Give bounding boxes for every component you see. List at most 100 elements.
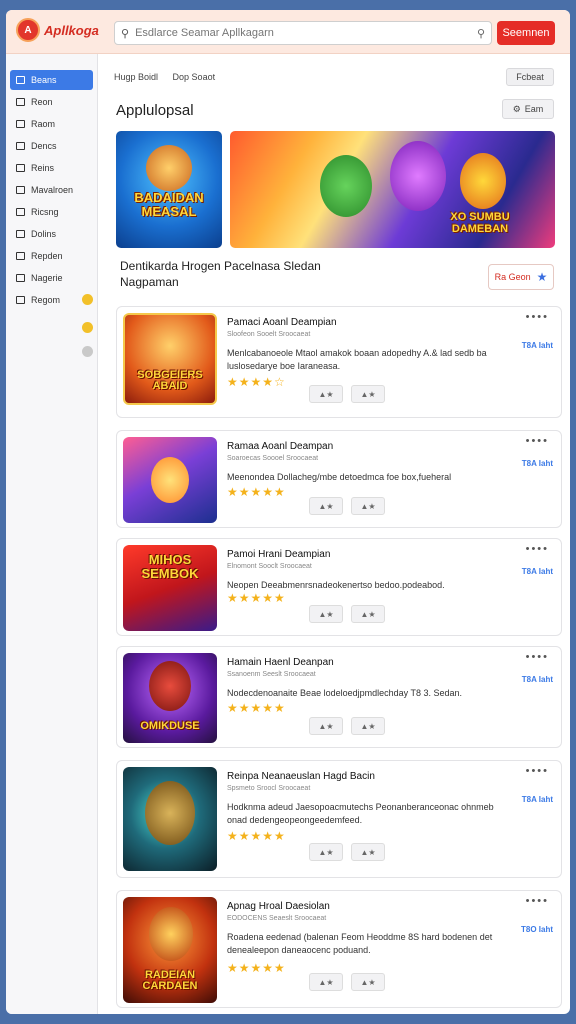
thumbnail-text: OMIKDUSE <box>140 720 200 733</box>
search-icon: ⚲ <box>121 27 130 40</box>
rating-stars: ★★★★★ <box>227 701 286 715</box>
card-title: Reinpa Neanaeuslan Hagd Bacin <box>227 771 375 782</box>
box-icon <box>16 186 25 194</box>
settings-icon: ⚙ <box>512 103 521 114</box>
sidebar: Beans Reon Raom Dencs Reins Mavalroen Ri… <box>6 54 98 1014</box>
card-title: Pamaci Aoanl Deampian <box>227 317 337 328</box>
sidebar-item-reins[interactable]: Reins <box>10 158 93 178</box>
list-item[interactable]: MIHOS SEMBOK Pamoi Hrani Deampian Elnomo… <box>116 538 562 636</box>
like-button[interactable]: ▲★ <box>309 973 343 991</box>
sidebar-item-label: Raom <box>31 119 56 129</box>
share-button[interactable]: ▲★ <box>351 497 385 515</box>
share-button[interactable]: ▲★ <box>351 717 385 735</box>
app-window: A Apllkoga ⚲ ⚲ Seemnen Beans Reon Raom D… <box>6 10 570 1014</box>
more-options-icon[interactable]: •••• <box>526 311 549 323</box>
list-icon <box>16 164 25 172</box>
sidebar-item-label: Reon <box>31 97 53 107</box>
game-thumbnail <box>123 767 217 871</box>
view-all-button[interactable]: Ra Geon ★ <box>488 264 554 290</box>
card-title: Pamoi Hrani Deampian <box>227 549 331 560</box>
sidebar-item-label: Beans <box>31 75 57 85</box>
sidebar-item-label: Ricsng <box>31 207 59 217</box>
banner-text: XO SUMBU DAMEBAN <box>450 211 510 236</box>
list-item[interactable]: RADEIAN CARDAEN Apnag Hroal Daesiolan EO… <box>116 890 562 1008</box>
page-action-button[interactable]: ⚙ Eam <box>502 99 554 119</box>
card-price: T8A Iaht <box>521 795 553 804</box>
hero-character-icon <box>460 153 506 209</box>
search-button[interactable]: Seemnen <box>497 21 555 45</box>
list-item[interactable]: Ramaa Aoanl Deampan Soaroecas Soooel Sro… <box>116 430 562 528</box>
folder-icon <box>16 120 25 128</box>
sidebar-item-raom[interactable]: Raom <box>10 114 93 134</box>
app-logo[interactable]: A Apllkoga <box>16 18 99 42</box>
more-options-icon[interactable]: •••• <box>526 543 549 555</box>
sidebar-item-label: Reins <box>31 163 55 173</box>
more-options-icon[interactable]: •••• <box>526 895 549 907</box>
sidebar-item-reon[interactable]: Reon <box>10 92 93 112</box>
thumbnail-text: SOBGEIERS ABAID <box>137 368 203 393</box>
list-item[interactable]: SOBGEIERS ABAID Pamaci Aoanl Deampian Sl… <box>116 306 562 418</box>
sidebar-item-repden[interactable]: Repden <box>10 246 93 266</box>
more-options-icon[interactable]: •••• <box>526 651 549 663</box>
sidebar-item-regom[interactable]: Regom <box>10 290 93 310</box>
filter-button[interactable]: Fcbeat <box>506 68 554 86</box>
like-button[interactable]: ▲★ <box>309 385 343 403</box>
status-dot-icon <box>82 346 93 357</box>
user-icon <box>16 274 25 282</box>
sidebar-item-label: Nagerie <box>31 273 63 283</box>
more-options-icon[interactable]: •••• <box>526 765 549 777</box>
search-box: ⚲ ⚲ <box>114 21 492 45</box>
share-button[interactable]: ▲★ <box>351 385 385 403</box>
share-button[interactable]: ▲★ <box>351 973 385 991</box>
character-art-icon <box>151 457 189 503</box>
rating-stars: ★★★★★ <box>227 829 286 843</box>
card-description: Hodknma adeud Jaesopoacmutechs Peonanber… <box>227 802 494 825</box>
breadcrumb-item[interactable]: Hugp Boidl <box>114 72 158 82</box>
sidebar-item-label: Dolins <box>31 229 57 239</box>
card-description: Roadena eedenad (balenan Feom Heoddme 8S… <box>227 932 493 955</box>
featured-banner[interactable]: XO SUMBU DAMEBAN <box>230 131 555 248</box>
card-price: T8O Iaht <box>520 925 553 934</box>
card-price: T8A Iaht <box>521 567 553 576</box>
home-icon <box>16 76 25 84</box>
like-button[interactable]: ▲★ <box>309 717 343 735</box>
share-button[interactable]: ▲★ <box>351 605 385 623</box>
sidebar-item-nagerie[interactable]: Nagerie <box>10 268 93 288</box>
list-item[interactable]: Reinpa Neanaeuslan Hagd Bacin Spsmeto Sr… <box>116 760 562 878</box>
game-thumbnail <box>123 437 217 523</box>
like-button[interactable]: ▲★ <box>309 605 343 623</box>
rating-stars: ★★★★★ <box>227 591 286 605</box>
sidebar-item-dencs[interactable]: Dencs <box>10 136 93 156</box>
search-input[interactable] <box>135 27 477 39</box>
card-subtitle: Ssanoenm Seeslt Sroocaeat <box>227 671 316 678</box>
share-button[interactable]: ▲★ <box>351 843 385 861</box>
sidebar-item-label: Regom <box>31 295 61 305</box>
card-description: Meenondea Dollacheg/mbe detoedmca foe bo… <box>227 472 452 482</box>
card-title: Hamain Haenl Deanpan <box>227 657 334 668</box>
grid-icon <box>16 98 25 106</box>
sidebar-item-label: Dencs <box>31 141 57 151</box>
list-item[interactable]: OMIKDUSE Hamain Haenl Deanpan Ssanoenm S… <box>116 646 562 748</box>
hero-character-icon <box>390 141 446 211</box>
character-art-icon <box>149 661 191 711</box>
sidebar-item-dolins[interactable]: Dolins <box>10 224 93 244</box>
logo-icon: A <box>16 18 40 42</box>
sidebar-item-ricsng[interactable]: Ricsng <box>10 202 93 222</box>
sidebar-item-label: Repden <box>31 251 63 261</box>
sidebar-item-mavalroen[interactable]: Mavalroen <box>10 180 93 200</box>
card-description: Menlcabanoeole Mtaol amakok boaan adoped… <box>227 348 487 371</box>
sidebar-item-beans[interactable]: Beans <box>10 70 93 90</box>
breadcrumb-item[interactable]: Dop Soaot <box>173 72 216 82</box>
doc-icon <box>16 142 25 150</box>
card-subtitle: Sloofeon Sooelt Sroocaeat <box>227 331 311 338</box>
card-price: T8A Iaht <box>521 341 553 350</box>
game-thumbnail: OMIKDUSE <box>123 653 217 743</box>
search-magnifier-icon[interactable]: ⚲ <box>477 27 485 40</box>
more-options-icon[interactable]: •••• <box>526 435 549 447</box>
page-title: Applulopsal <box>116 102 194 119</box>
like-button[interactable]: ▲★ <box>309 497 343 515</box>
featured-tile-game[interactable]: BADAIDAN MEASAL <box>116 131 222 248</box>
like-button[interactable]: ▲★ <box>309 843 343 861</box>
top-bar: A Apllkoga ⚲ ⚲ Seemnen <box>6 10 570 54</box>
section-title: Dentikarda Hrogen Pacelnasa Sledan Nagpa… <box>120 259 321 289</box>
